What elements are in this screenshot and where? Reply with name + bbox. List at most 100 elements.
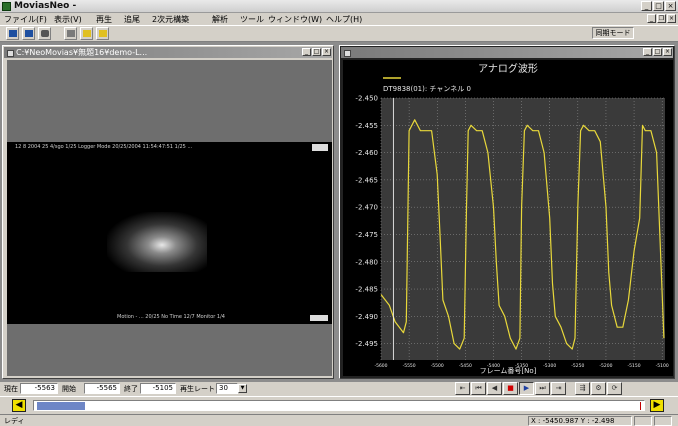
video-window: C:¥NeoMovias¥無題16¥demo-L... _ □ × 12 8 2… [2, 45, 334, 379]
menu-window[interactable]: ウィンドウ(W) [268, 14, 322, 25]
timeline-track[interactable] [33, 400, 645, 411]
video-maximize-button[interactable]: □ [312, 48, 321, 56]
app-logo-icon [2, 2, 11, 11]
chart-window: _ □ × -2.450 -2.455 -2.460 -2.465 -2.470 -2.4… [339, 45, 675, 379]
menu-track[interactable]: 追尾 [124, 14, 140, 25]
stop-button[interactable]: ■ [503, 382, 518, 395]
playback-rate-select[interactable]: 30 [216, 383, 238, 394]
x-tick-label: -5300 [543, 363, 556, 369]
y-tick-label: -2.495 [355, 340, 378, 348]
video-window-title: C:¥NeoMovias¥無題16¥demo-L... [16, 48, 148, 57]
menubar: ファイル(F) 表示(V) 再生 追尾 2次元構築 解析 ツール ウィンドウ(W… [0, 13, 678, 25]
window-icon [9, 30, 17, 37]
current-frame-label: 現在 [4, 385, 18, 393]
plot-area [381, 98, 665, 360]
cascade-icon [67, 30, 75, 37]
end-frame-label: 終了 [124, 385, 138, 393]
x-tick-label: -5450 [459, 363, 472, 369]
x-tick-label: -5600 [374, 363, 387, 369]
x-tick-label: -5200 [599, 363, 612, 369]
toolbar-camera-button[interactable] [38, 27, 51, 40]
mdi-close-button[interactable]: × [667, 14, 676, 23]
x-tick-label: -5500 [431, 363, 444, 369]
sync-mode-button[interactable]: 同期モード [592, 27, 634, 39]
chart-window-controls: _ □ × [643, 48, 672, 56]
start-frame-label: 開始 [62, 385, 76, 393]
chart-maximize-button[interactable]: □ [653, 48, 662, 56]
chevron-down-icon[interactable]: ▼ [238, 384, 247, 393]
video-viewport[interactable]: 12 8 2004 25 4/sgo 1/25 Logger Mode 20/2… [7, 60, 332, 376]
status-ready-text: レディ [4, 417, 25, 425]
video-window-titlebar: C:¥NeoMovias¥無題16¥demo-L... [4, 47, 332, 58]
y-tick-label: -2.465 [355, 176, 378, 184]
menu-play[interactable]: 再生 [96, 14, 112, 25]
chart-close-button[interactable]: × [663, 48, 672, 56]
toolbar-windows-button[interactable] [22, 27, 35, 40]
jump-start-button[interactable]: ⇤ [455, 382, 470, 395]
x-tick-label: -5150 [628, 363, 641, 369]
menu-analysis[interactable]: 解析 [212, 14, 228, 25]
y-tick-label: -2.480 [355, 258, 378, 266]
menu-file[interactable]: ファイル(F) [4, 14, 47, 25]
play-button[interactable]: ▶ [519, 382, 534, 395]
reverse-play-button[interactable]: ◀ [487, 382, 502, 395]
menu-tools[interactable]: ツール [240, 14, 264, 25]
close-button[interactable]: × [665, 1, 676, 11]
video-bright-spot [107, 212, 207, 272]
toolbar-cascade-button[interactable] [64, 27, 77, 40]
timeline-thumb[interactable] [37, 402, 85, 410]
timeline-right-arrow-icon[interactable]: ▶ [650, 399, 664, 412]
current-frame-input[interactable]: -5563 [20, 383, 58, 394]
statusbar: レディ X : -5450.987 Y : -2.498 [0, 414, 678, 426]
video-osd-tag [312, 144, 328, 151]
video-frame[interactable]: 12 8 2004 25 4/sgo 1/25 Logger Mode 20/2… [7, 142, 332, 324]
windows-icon [25, 30, 33, 37]
timeline-end-marker [640, 402, 641, 410]
y-tick-label: -2.460 [355, 149, 378, 157]
menu-2d-build[interactable]: 2次元構築 [152, 14, 189, 25]
cursor-coordinates: X : -5450.987 Y : -2.498 [528, 416, 632, 426]
toolbar-window-button[interactable] [6, 27, 19, 40]
step-back-button[interactable]: ⏮ [471, 382, 486, 395]
chart-xlabel: フレーム番号[No] [480, 367, 537, 375]
y-tick-label: -2.450 [355, 95, 378, 103]
x-tick-label: -5100 [656, 363, 669, 369]
mdi-restore-button[interactable]: ❐ [657, 14, 666, 23]
menu-help[interactable]: ヘルプ(H) [326, 14, 362, 25]
app-titlebar: MoviasNeo - _ □ × [0, 0, 678, 13]
maximize-button[interactable]: □ [653, 1, 664, 11]
refresh-button[interactable]: ⟳ [607, 382, 622, 395]
settings-button[interactable]: ⚙ [591, 382, 606, 395]
end-frame-input[interactable]: -5105 [140, 383, 176, 394]
toolbar: 同期モード [0, 25, 678, 42]
chart-area[interactable]: -2.450 -2.455 -2.460 -2.465 -2.470 -2.475 -2.4… [343, 60, 673, 376]
x-tick-label: -5250 [571, 363, 584, 369]
jump-end-button[interactable]: ⇥ [551, 382, 566, 395]
video-window-controls: _ □ × [302, 48, 331, 56]
status-cell-1 [634, 416, 652, 426]
loop-button[interactable]: ⇶ [575, 382, 590, 395]
toolbar-tile-vertical-button[interactable] [80, 27, 93, 40]
video-minimize-button[interactable]: _ [302, 48, 311, 56]
start-frame-input[interactable]: -5565 [84, 383, 120, 394]
step-forward-button[interactable]: ⏭ [535, 382, 550, 395]
x-tick-label: -5550 [403, 363, 416, 369]
status-cell-2 [654, 416, 672, 426]
mdi-minimize-button[interactable]: _ [647, 14, 656, 23]
chart-window-icon [344, 50, 351, 57]
timeline-bar: ◀ ▶ [0, 396, 678, 414]
video-osd-bottom: Motion - ... 20/25 No Time 12/7 Monitor … [117, 314, 225, 320]
video-window-icon [7, 50, 14, 57]
tile-vertical-icon [83, 30, 91, 37]
chart-minimize-button[interactable]: _ [643, 48, 652, 56]
toolbar-tile-horizontal-button[interactable] [96, 27, 109, 40]
video-close-button[interactable]: × [322, 48, 331, 56]
timeline-left-arrow-icon[interactable]: ◀ [12, 399, 26, 412]
analog-waveform-chart[interactable]: -2.450 -2.455 -2.460 -2.465 -2.470 -2.475 -2.4… [343, 60, 673, 376]
playback-controls: ⇤ ⏮ ◀ ■ ▶ ⏭ ⇥ ⇶ ⚙ ⟳ [455, 382, 622, 395]
video-osd-top: 12 8 2004 25 4/sgo 1/25 Logger Mode 20/2… [15, 144, 193, 150]
menu-view[interactable]: 表示(V) [54, 14, 82, 25]
chart-title: アナログ波形 [478, 62, 538, 75]
minimize-button[interactable]: _ [641, 1, 652, 11]
tile-horizontal-icon [99, 30, 107, 37]
